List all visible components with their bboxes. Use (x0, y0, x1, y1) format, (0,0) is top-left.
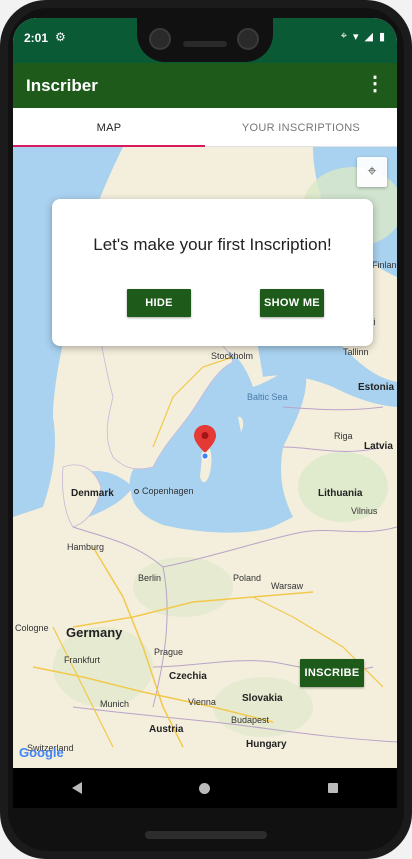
tab-bar: MAP YOUR INSCRIPTIONS (13, 108, 397, 147)
map-label-estonia: Estonia (358, 382, 395, 393)
camera-notch (137, 18, 273, 62)
earpiece (183, 41, 227, 47)
home-icon[interactable] (199, 782, 211, 794)
my-location-button[interactable]: ⌖ (357, 157, 387, 187)
tab-map[interactable]: MAP (13, 108, 205, 147)
map-label-vilnius: Vilnius (351, 506, 378, 516)
map-label-germany: Germany (66, 625, 123, 640)
map-label-berlin: Berlin (138, 573, 162, 583)
camera-icon (237, 28, 259, 50)
signal-icon: ◢ (364, 31, 373, 43)
map-label-copenhagen-text: Copenhagen (142, 486, 194, 496)
overflow-menu-icon[interactable]: ⋮ (365, 74, 385, 94)
status-bar: 2:01 ⚙ ⌖ ▾ ◢ ▮ (13, 18, 397, 63)
onboarding-dialog: Let's make your first Inscription! HIDE … (52, 199, 373, 346)
map-label-czechia: Czechia (169, 671, 207, 682)
map-label-denmark: Denmark (71, 488, 114, 499)
map-label-budapest: Budapest (231, 715, 270, 725)
map-label-finland: Finland (372, 260, 397, 270)
navigation-bar (13, 768, 397, 808)
map-label-slovakia: Slovakia (242, 693, 283, 704)
map-label-hamburg: Hamburg (67, 542, 105, 552)
camera-icon (149, 28, 171, 50)
location-icon: ⌖ (340, 30, 347, 42)
map-label-poland: Poland (233, 573, 262, 583)
map-label-vienna: Vienna (188, 697, 216, 707)
inscribe-button[interactable]: INSCRIBE (300, 659, 364, 687)
crosshair-icon: ⌖ (367, 163, 377, 180)
status-icons: ⌖ ▾ ◢ ▮ (341, 30, 385, 43)
settings-gear-icon: ⚙ (55, 30, 66, 44)
google-logo-text: Google (19, 745, 64, 760)
wifi-icon: ▾ (352, 31, 359, 43)
map-label-frankfurt: Frankfurt (64, 655, 101, 665)
map-view[interactable]: Finland ki Stockholm Tallinn Estonia Bal… (13, 147, 397, 768)
map-label-cologne: Cologne (15, 623, 49, 633)
map-label-latvia: Latvia (364, 441, 393, 452)
map-label-riga: Riga (334, 431, 353, 441)
show-me-button[interactable]: SHOW ME (260, 289, 324, 317)
map-label-munich: Munich (100, 699, 130, 709)
battery-icon: ▮ (378, 31, 385, 43)
app-title: Inscriber (26, 76, 98, 95)
map-label-tallinn: Tallinn (343, 347, 369, 357)
map-label-austria: Austria (149, 724, 184, 735)
dialog-message: Let's make your first Inscription! (93, 235, 332, 254)
map-label-hungary: Hungary (246, 739, 287, 750)
map-label-lithuania: Lithuania (318, 488, 363, 499)
tab-your-inscriptions[interactable]: YOUR INSCRIPTIONS (205, 108, 397, 146)
recent-apps-icon[interactable] (328, 783, 339, 793)
app-bar: Inscriber ⋮ (13, 63, 397, 108)
back-icon[interactable] (71, 782, 82, 794)
google-logo: Google (19, 745, 64, 760)
bottom-speaker (145, 831, 267, 839)
map-label-stockholm: Stockholm (211, 351, 254, 361)
hide-button[interactable]: HIDE (127, 289, 191, 317)
map-label-warsaw: Warsaw (271, 581, 304, 591)
map-label-copenhagen: Copenhagen (134, 486, 194, 496)
screen: 2:01 ⚙ ⌖ ▾ ◢ ▮ Inscriber ⋮ MAP YOUR INSC… (13, 18, 397, 768)
map-label-prague: Prague (154, 647, 184, 657)
status-time: 2:01 (24, 31, 49, 45)
map-label-baltic-sea: Baltic Sea (247, 392, 288, 402)
city-dot (134, 489, 139, 495)
